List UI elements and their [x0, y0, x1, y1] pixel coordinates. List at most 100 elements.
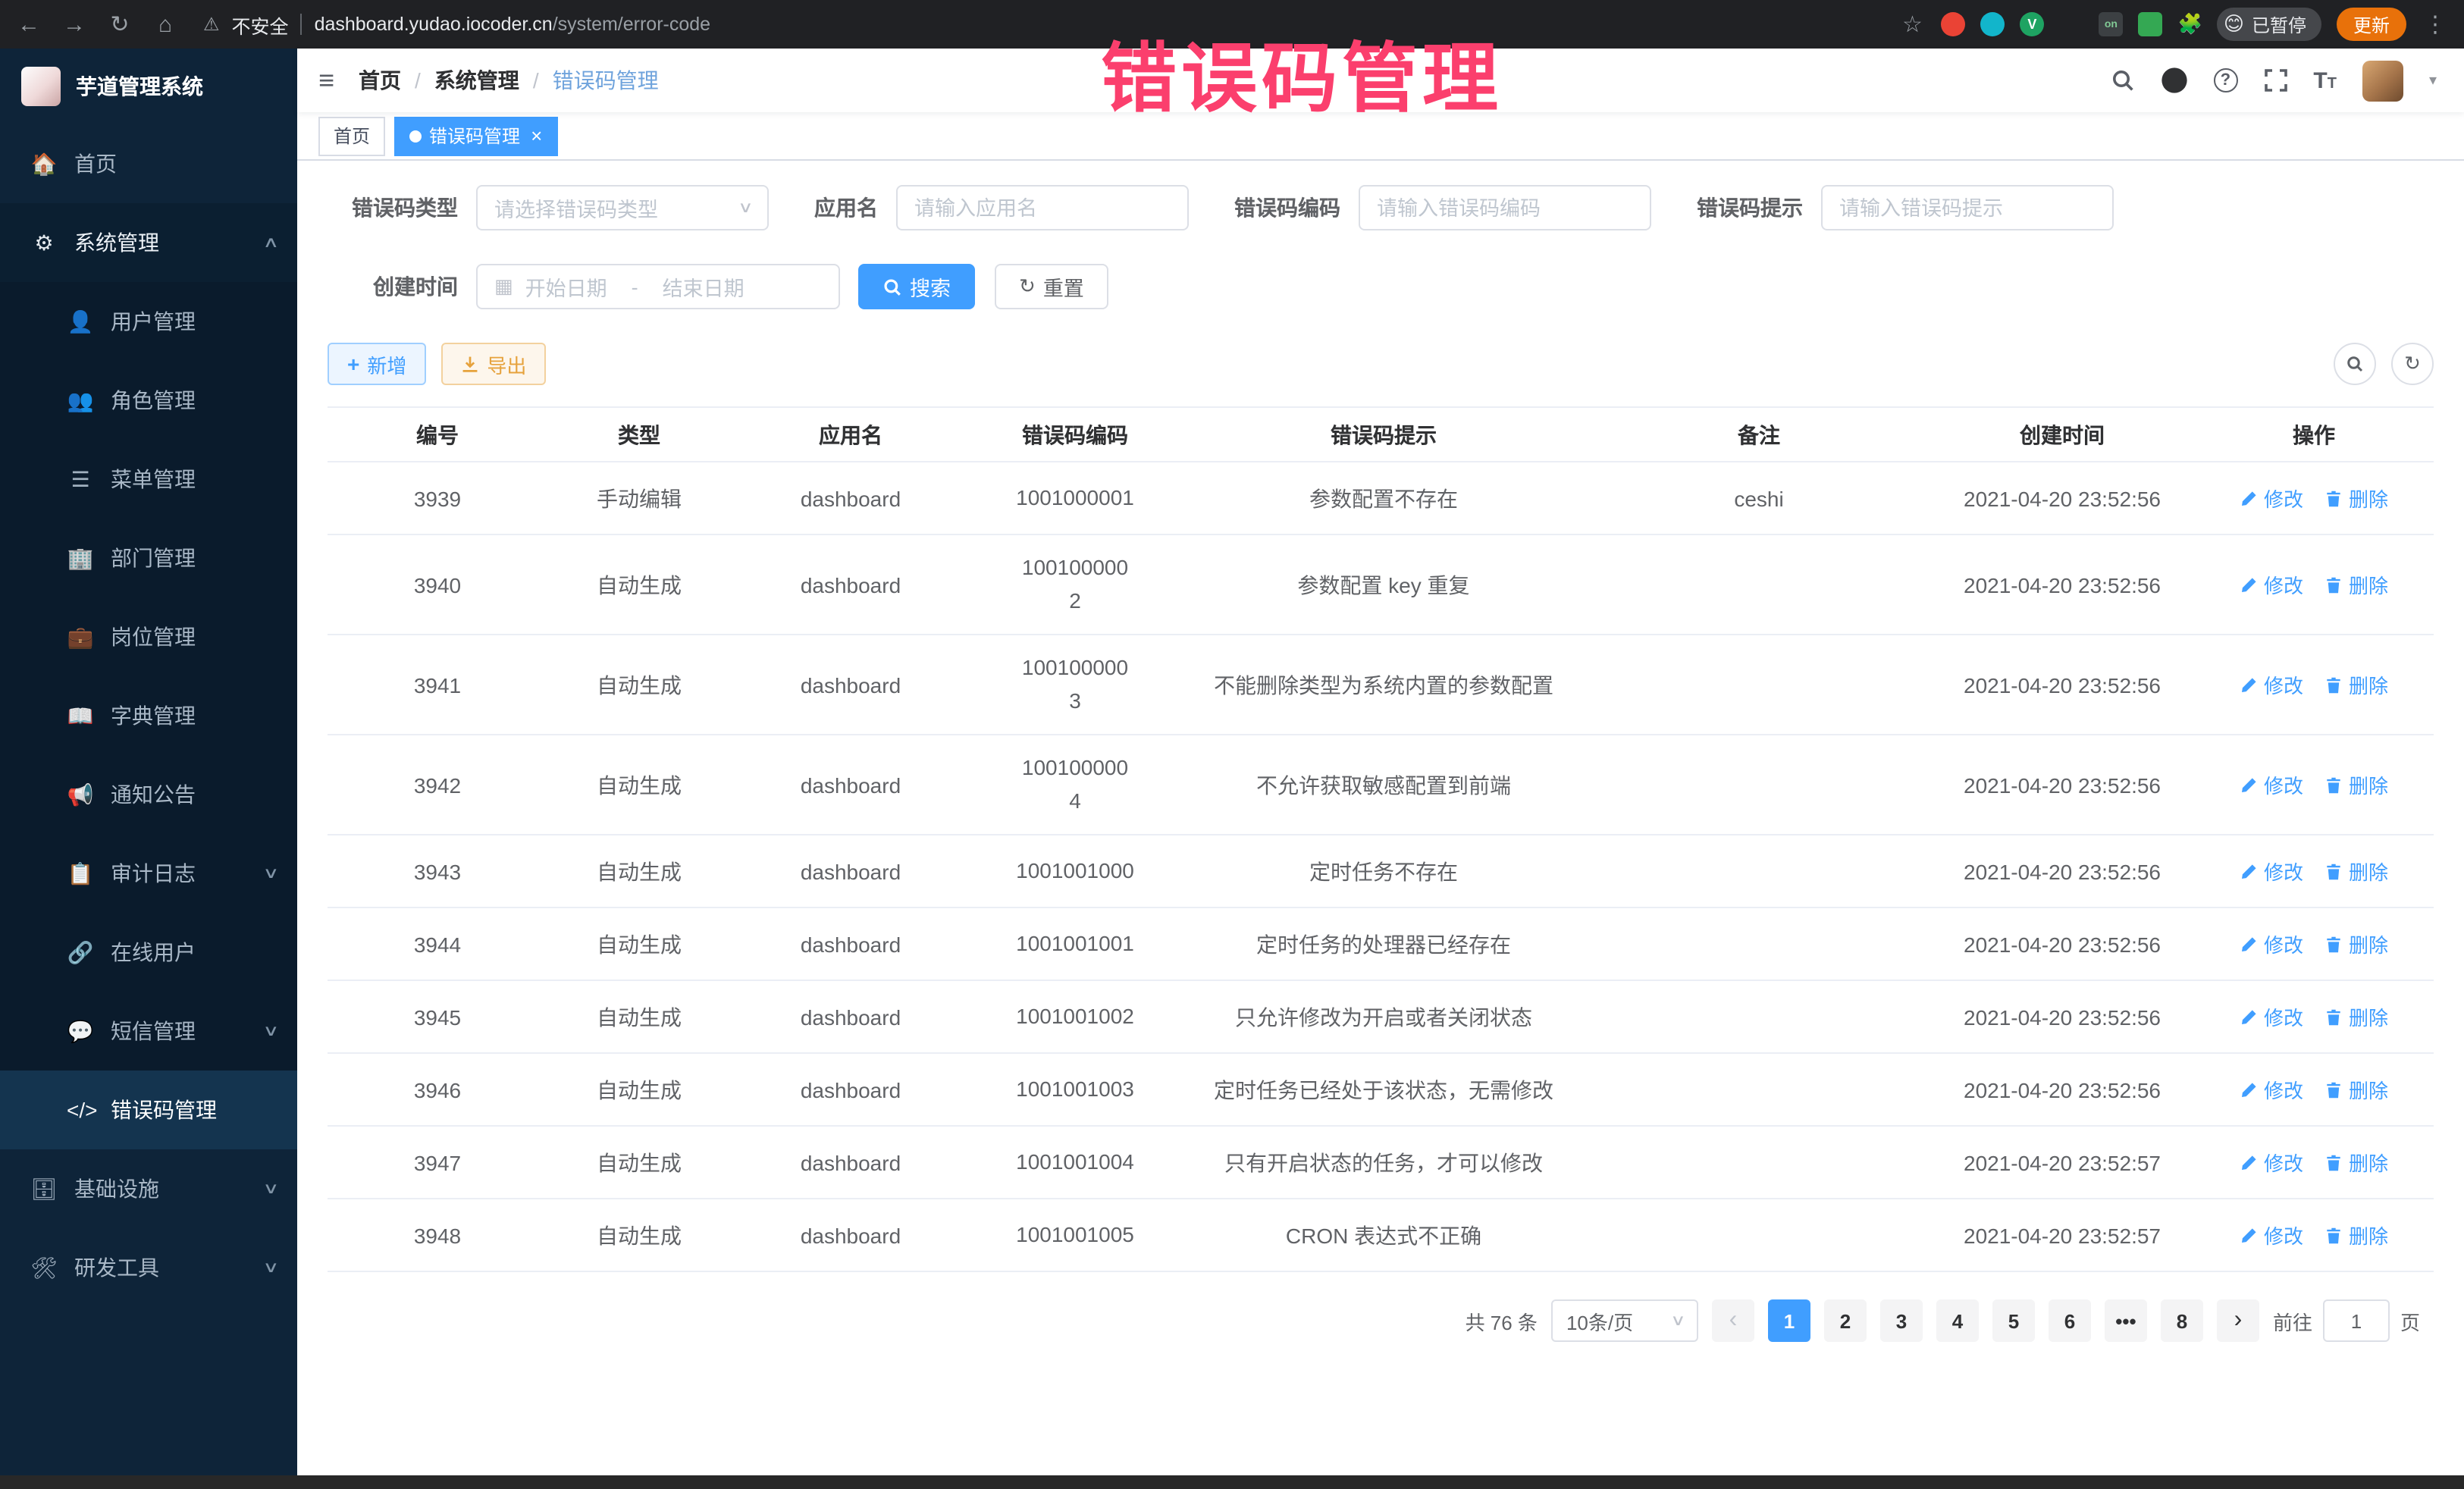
app-title: 芋道管理系统 [76, 71, 203, 102]
edit-link[interactable]: 修改 [2240, 1002, 2303, 1031]
delete-link[interactable]: 删除 [2324, 670, 2388, 699]
delete-link[interactable]: 删除 [2324, 857, 2388, 886]
edit-link[interactable]: 修改 [2240, 929, 2303, 958]
sidebar-item-menu[interactable]: ☰菜单管理 [0, 440, 297, 519]
extension-dark-icon[interactable]: on [2099, 12, 2123, 36]
sidebar-item-system[interactable]: ⚙系统管理∧ [0, 203, 297, 282]
cell-time: 2021-04-20 23:52:57 [1930, 1199, 2194, 1271]
chevron-up-icon: ∧ [262, 234, 279, 251]
sidebar-item-role[interactable]: 👥角色管理 [0, 361, 297, 440]
add-button[interactable]: + 新增 [328, 343, 426, 385]
delete-link[interactable]: 删除 [2324, 929, 2388, 958]
breadcrumb-item[interactable]: 系统管理 [434, 65, 519, 96]
goto-page-input[interactable] [2323, 1299, 2390, 1342]
breadcrumb-item[interactable]: 首页 [359, 65, 401, 96]
extension-red-icon[interactable] [1941, 12, 1965, 36]
fullscreen-icon[interactable] [2263, 68, 2287, 92]
sidebar-item-online[interactable]: 🔗在线用户 [0, 913, 297, 992]
edit-link[interactable]: 修改 [2240, 1221, 2303, 1249]
delete-link[interactable]: 删除 [2324, 484, 2388, 513]
back-icon[interactable]: ← [15, 11, 42, 37]
reset-button[interactable]: ↻ 重置 [995, 264, 1108, 309]
delete-link[interactable]: 删除 [2324, 570, 2388, 599]
search-button[interactable]: 搜索 [858, 264, 975, 309]
forward-icon[interactable]: → [61, 11, 88, 37]
cell-remark [1588, 635, 1930, 735]
extension-teal-icon[interactable] [1980, 12, 2005, 36]
sidebar-item-infra[interactable]: 🗄基础设施∨ [0, 1149, 297, 1228]
refresh-table-button[interactable]: ↻ [2391, 343, 2434, 385]
error-type-select[interactable]: 请选择错误码类型 ∨ [476, 185, 769, 230]
export-button[interactable]: 导出 [441, 343, 546, 385]
delete-link[interactable]: 删除 [2324, 770, 2388, 799]
tab-错误码管理[interactable]: 错误码管理× [394, 116, 557, 155]
tab-首页[interactable]: 首页 [318, 116, 385, 155]
page-size-select[interactable]: 10条/页 ∨ [1551, 1299, 1698, 1342]
browser-update-button[interactable]: 更新 [2337, 8, 2406, 41]
edit-link[interactable]: 修改 [2240, 1075, 2303, 1104]
sidebar-item-errorcode[interactable]: </>错误码管理 [0, 1071, 297, 1149]
page-button-4[interactable]: 4 [1936, 1299, 1979, 1342]
sidebar-item-user[interactable]: 👤用户管理 [0, 282, 297, 361]
chevron-down-icon: ∨ [1669, 1312, 1685, 1329]
edit-link[interactable]: 修改 [2240, 1148, 2303, 1177]
pager-ellipsis[interactable]: ••• [2105, 1299, 2147, 1342]
cell-hint: 参数配置 key 重复 [1180, 534, 1588, 635]
edit-link[interactable]: 修改 [2240, 857, 2303, 886]
github-icon[interactable] [2160, 67, 2187, 94]
sidebar-item-dict[interactable]: 📖字典管理 [0, 676, 297, 755]
sidebar-item-log[interactable]: 📋审计日志∨ [0, 834, 297, 913]
page-button-5[interactable]: 5 [1992, 1299, 2035, 1342]
sidebar-item-label: 研发工具 [74, 1252, 159, 1283]
next-page-button[interactable]: › [2217, 1299, 2259, 1342]
delete-link-label: 删除 [2349, 929, 2388, 958]
sidebar-item-post[interactable]: 💼岗位管理 [0, 597, 297, 676]
bookmark-star-icon[interactable]: ☆ [1898, 11, 1926, 38]
toggle-search-button[interactable] [2334, 343, 2376, 385]
cell-hint: 只允许修改为开启或者关闭状态 [1180, 980, 1588, 1053]
edit-link[interactable]: 修改 [2240, 484, 2303, 513]
sidebar-item-notice[interactable]: 📢通知公告 [0, 755, 297, 834]
reload-icon[interactable]: ↻ [106, 11, 133, 38]
page-button-1[interactable]: 1 [1768, 1299, 1810, 1342]
hamburger-icon[interactable]: ≡ [318, 64, 334, 96]
app-name-input[interactable] [896, 185, 1189, 230]
close-icon[interactable]: × [531, 124, 542, 147]
avatar-caret-icon[interactable]: ▾ [2429, 72, 2437, 89]
edit-link[interactable]: 修改 [2240, 770, 2303, 799]
cell-app: dashboard [731, 534, 970, 635]
delete-link[interactable]: 删除 [2324, 1148, 2388, 1177]
extension-green-icon[interactable]: V [2020, 12, 2044, 36]
page-button-8[interactable]: 8 [2161, 1299, 2203, 1342]
sidebar-item-dept[interactable]: 🏢部门管理 [0, 519, 297, 597]
browser-menu-icon[interactable]: ⋮ [2422, 11, 2449, 38]
browser-home-icon[interactable]: ⌂ [152, 11, 179, 37]
browser-profile-button[interactable]: 😊 已暂停 [2218, 8, 2321, 41]
cell-app: dashboard [731, 462, 970, 534]
extension-leaf-icon[interactable] [2138, 12, 2162, 36]
page-button-3[interactable]: 3 [1880, 1299, 1923, 1342]
edit-link[interactable]: 修改 [2240, 670, 2303, 699]
error-hint-input[interactable] [1821, 185, 2114, 230]
prev-page-button[interactable]: ‹ [1712, 1299, 1754, 1342]
address-bar[interactable]: ⚠ 不安全 dashboard.yudao.iocoder.cn/system/… [203, 10, 710, 39]
cell-hint: CRON 表达式不正确 [1180, 1199, 1588, 1271]
page-button-6[interactable]: 6 [2049, 1299, 2091, 1342]
app-logo[interactable]: 芋道管理系统 [0, 49, 297, 124]
sidebar-item-home[interactable]: 🏠首页 [0, 124, 297, 203]
font-size-icon[interactable]: TT [2313, 67, 2337, 93]
error-code-input[interactable] [1359, 185, 1651, 230]
search-icon[interactable] [2110, 68, 2134, 92]
user-avatar[interactable] [2362, 60, 2403, 101]
help-icon[interactable]: ? [2213, 68, 2237, 92]
delete-link[interactable]: 删除 [2324, 1002, 2388, 1031]
extension-grid-icon[interactable] [2059, 12, 2083, 36]
page-button-2[interactable]: 2 [1824, 1299, 1867, 1342]
date-range-picker[interactable]: ▦ 开始日期 - 结束日期 [476, 264, 840, 309]
edit-link[interactable]: 修改 [2240, 570, 2303, 599]
sidebar-item-sms[interactable]: 💬短信管理∨ [0, 992, 297, 1071]
sidebar-item-tools[interactable]: 🛠研发工具∨ [0, 1228, 297, 1307]
delete-link[interactable]: 删除 [2324, 1075, 2388, 1104]
extensions-puzzle-icon[interactable]: 🧩 [2177, 12, 2202, 36]
delete-link[interactable]: 删除 [2324, 1221, 2388, 1249]
